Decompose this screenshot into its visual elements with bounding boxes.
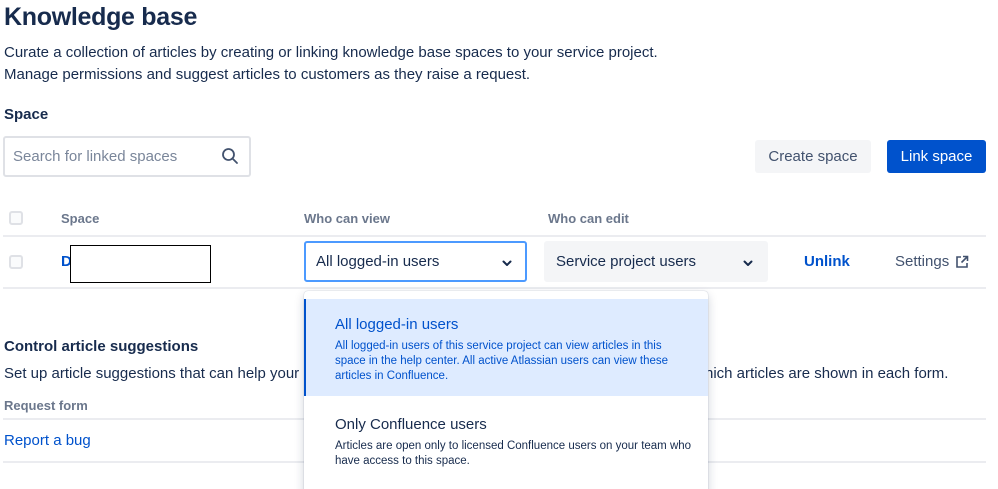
column-header-who-can-edit: Who can edit [548,211,629,226]
create-space-button[interactable]: Create space [755,140,871,173]
table-row-divider [3,287,986,289]
table-header-divider [3,235,986,237]
chevron-down-icon [743,260,753,266]
page-title: Knowledge base [4,3,198,31]
option-title: Only Confluence users [335,416,487,433]
column-header-space: Space [61,211,100,226]
redaction-box [70,245,211,283]
description-line-1: Curate a collection of articles by creat… [4,44,658,61]
settings-label: Settings [895,253,950,270]
suggestions-description-left: Set up article suggestions that can help… [4,365,300,382]
link-space-button[interactable]: Link space [887,140,986,173]
who-can-view-value: All logged-in users [316,253,440,270]
settings-link[interactable]: Settings [895,253,969,270]
request-form-report-a-bug[interactable]: Report a bug [4,432,91,449]
request-form-column-header: Request form [4,398,88,413]
suggestions-description-right: hich articles are shown in each form. [705,365,949,382]
column-header-who-can-view: Who can view [304,211,390,226]
row-checkbox[interactable] [9,255,23,269]
search-field[interactable] [3,136,251,177]
option-description: All logged-in users of this service proj… [335,340,669,382]
who-can-view-select[interactable]: All logged-in users [304,241,527,282]
suggestions-title: Control article suggestions [4,338,199,355]
search-icon [222,148,238,164]
who-can-edit-value: Service project users [556,253,697,270]
option-all-logged-in-users[interactable]: All logged-in users All logged-in users … [304,299,708,396]
description-line-2: Manage permissions and suggest articles … [4,66,531,83]
chevron-down-icon [502,260,512,266]
who-can-view-dropdown-menu: All logged-in users All logged-in users … [304,291,708,489]
space-section-label: Space [4,106,49,123]
page-description: Curate a collection of articles by creat… [4,42,658,86]
unlink-button[interactable]: Unlink [804,253,850,270]
option-only-confluence-users[interactable]: Only Confluence users Articles are open … [304,399,708,489]
option-description: Articles are open only to licensed Confl… [335,440,692,467]
option-title: All logged-in users [335,316,459,333]
select-all-checkbox[interactable] [9,211,23,225]
search-input[interactable] [13,138,218,175]
who-can-edit-select[interactable]: Service project users [544,241,768,282]
external-link-icon [956,255,969,268]
